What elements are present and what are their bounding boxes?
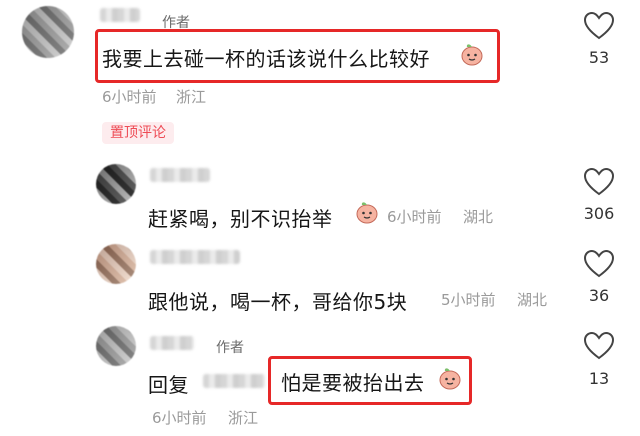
heart-icon[interactable] — [584, 332, 614, 360]
heart-icon[interactable] — [584, 12, 614, 40]
username-blurred[interactable] — [150, 250, 240, 264]
avatar[interactable] — [96, 244, 136, 284]
reply-target-blurred[interactable] — [203, 374, 265, 388]
author-tag: 作者 — [216, 340, 244, 356]
pinned-comment-badge: 置顶评论 — [102, 122, 174, 144]
like-count: 306 — [583, 204, 615, 223]
heart-icon[interactable] — [584, 250, 614, 278]
peach-emoji-icon — [355, 200, 379, 224]
username-blurred[interactable] — [100, 8, 140, 22]
comment-time: 6小时前 — [102, 88, 157, 106]
comment-location: 浙江 — [176, 88, 207, 106]
peach-emoji-icon — [438, 366, 462, 390]
like-count: 36 — [588, 286, 610, 305]
reply-text: 怕是要被抬出去 — [281, 371, 425, 395]
reply-location: 湖北 — [517, 291, 548, 309]
peach-emoji-icon — [460, 42, 484, 66]
avatar[interactable] — [96, 326, 136, 366]
reply-time: 6小时前 — [387, 208, 442, 226]
like-count: 53 — [588, 48, 610, 67]
reply-location: 湖北 — [463, 208, 494, 226]
avatar[interactable] — [96, 164, 136, 204]
comment-text: 我要上去碰一杯的话该说什么比较好 — [102, 47, 430, 71]
reply-time: 5小时前 — [441, 291, 496, 309]
reply-prefix: 回复 — [148, 373, 189, 397]
reply-text: 跟他说，喝一杯，哥给你5块 — [148, 290, 408, 314]
reply-location: 浙江 — [228, 409, 259, 427]
like-count: 13 — [588, 369, 610, 388]
reply-time: 6小时前 — [152, 409, 207, 427]
username-blurred[interactable] — [150, 168, 210, 182]
reply-text: 赶紧喝，别不识抬举 — [148, 207, 333, 231]
heart-icon[interactable] — [584, 168, 614, 196]
username-blurred[interactable] — [150, 336, 194, 350]
avatar[interactable] — [22, 6, 74, 58]
